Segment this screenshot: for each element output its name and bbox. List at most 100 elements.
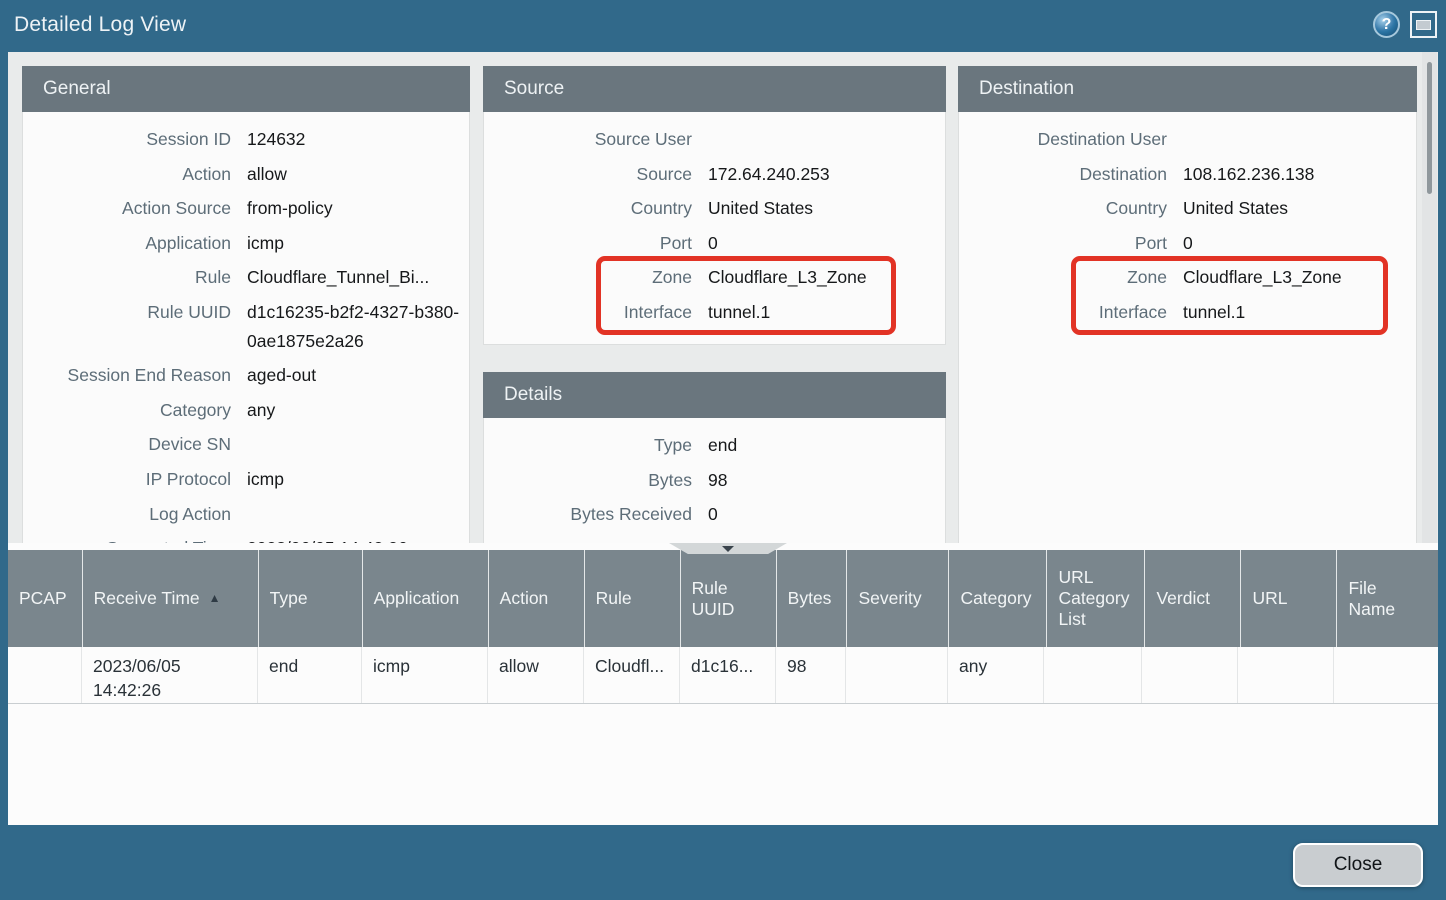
table-cell: end [258,647,362,703]
help-icon[interactable]: ? [1373,11,1400,38]
field-label: Country [484,194,708,223]
column-header-label: Receive Time [94,588,200,609]
close-button[interactable]: Close [1293,843,1423,887]
sort-ascending-icon: ▲ [209,588,221,609]
field-value [708,125,945,154]
table-cell: icmp [362,647,488,703]
field-row: Port 0 [484,229,945,258]
column-header[interactable]: Category [949,550,1047,647]
field-row: Port 0 [959,229,1416,258]
destination-panel: Destination Destination User Destination… [958,66,1417,543]
field-value: 0 [708,229,945,258]
table-cell: d1c16... [680,647,776,703]
field-value: 2023/06/05 14:42:26 [247,534,469,543]
field-row: Generated Time 2023/06/05 14:42:26 [23,534,469,543]
log-table-row[interactable]: 2023/06/05 14:42:26 end icmp allow Cloud… [8,647,1438,704]
table-cell: 98 [776,647,846,703]
column-header-label: Verdict [1156,588,1210,609]
column-header[interactable]: Type [259,550,363,647]
table-cell [8,647,82,703]
log-entries-table-section: PCAP Receive Time ▲ Type Application [8,543,1438,825]
destination-panel-body: Destination User Destination 108.162.236… [958,112,1417,543]
field-label: Country [959,194,1183,223]
source-panel-header: Source [483,66,946,112]
source-fields: Source User Source 172.64.240.253 Countr… [484,125,945,257]
table-cell: 2023/06/05 14:42:26 [82,647,258,703]
field-label: Type [484,431,708,460]
column-header[interactable]: Bytes [777,550,848,647]
field-label: Application [23,229,247,258]
field-row: Interface tunnel.1 [959,298,1416,327]
column-header-label: Type [270,588,308,609]
field-row: Interface tunnel.1 [484,298,945,327]
column-header[interactable]: Rule UUID [681,550,777,647]
field-value: end [708,431,945,460]
field-row: IP Protocol icmp [23,465,469,494]
field-value: 172.64.240.253 [708,160,945,189]
field-value [247,500,469,529]
column-header[interactable]: Action [489,550,585,647]
field-value [1183,125,1416,154]
column-header[interactable]: URL [1241,550,1337,647]
panel-splitter-handle[interactable] [669,543,787,554]
column-header[interactable]: File Name [1337,550,1438,647]
table-cell: any [948,647,1044,703]
field-value: 108.162.236.138 [1183,160,1416,189]
field-label: Bytes Received [484,500,708,529]
field-value: tunnel.1 [708,298,945,327]
field-label: Interface [484,298,708,327]
field-label: Action [23,160,247,189]
field-row: Country United States [959,194,1416,223]
field-value: tunnel.1 [1183,298,1416,327]
general-panel-body: Session ID 124632 Action allow Action So… [22,112,470,543]
dialog-title: Detailed Log View [14,13,186,37]
maximize-icon-inner [1416,20,1431,30]
column-header-label: File Name [1348,578,1423,620]
field-row: Destination 108.162.236.138 [959,160,1416,189]
field-label: Interface [959,298,1183,327]
maximize-icon[interactable] [1410,11,1437,38]
field-row: Destination User [959,125,1416,154]
column-header[interactable]: Verdict [1145,550,1241,647]
destination-fields: Destination User Destination 108.162.236… [959,125,1416,257]
field-value: allow [247,160,469,189]
vertical-scrollbar-thumb[interactable] [1427,62,1432,194]
field-label: Port [959,229,1183,258]
column-header-label: Rule UUID [692,578,761,620]
column-header[interactable]: Receive Time ▲ [83,550,259,647]
field-row: Category any [23,396,469,425]
source-panel: Source Source User Source 172.64.240.253 [483,66,946,345]
field-value: Cloudflare_L3_Zone [708,263,945,292]
field-row: Device SN [23,430,469,459]
field-label: Generated Time [23,534,247,543]
field-label: Source User [484,125,708,154]
vertical-scrollbar-track[interactable] [1422,52,1437,543]
general-panel: General Session ID 124632 Action allow [22,66,470,543]
field-row: Source User [484,125,945,154]
column-header[interactable]: Application [363,550,489,647]
field-label: Session ID [23,125,247,154]
field-label: Rule UUID [23,298,247,355]
field-row: Zone Cloudflare_L3_Zone [484,263,945,292]
field-label: Port [484,229,708,258]
table-cell [1334,647,1438,703]
details-panel-body: Type end Bytes 98 Bytes Received 0 [483,418,946,543]
destination-panel-header: Destination [958,66,1417,112]
source-zone-fields: Zone Cloudflare_L3_Zone Interface tunnel… [484,263,945,326]
column-header[interactable]: Severity [847,550,949,647]
field-value: United States [708,194,945,223]
column-header[interactable]: Rule [585,550,681,647]
collapse-arrow-icon [722,546,734,552]
field-row: Session ID 124632 [23,125,469,154]
field-row: Source 172.64.240.253 [484,160,945,189]
field-value [247,430,469,459]
field-value: 98 [708,466,945,495]
column-header[interactable]: URL Category List [1047,550,1145,647]
field-row: Action Source from-policy [23,194,469,223]
column-header-label: PCAP [19,588,67,609]
column-header[interactable]: PCAP [8,550,83,647]
field-label: Session End Reason [23,361,247,390]
column-header-label: Action [500,588,549,609]
field-value: from-policy [247,194,469,223]
field-row: Country United States [484,194,945,223]
